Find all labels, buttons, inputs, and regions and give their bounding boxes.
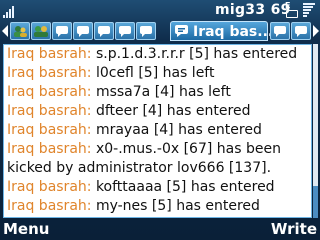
message-text: dfteer [4] has entered (91, 103, 251, 119)
tab-scroll-left-icon[interactable] (2, 25, 8, 37)
chat-bubble-icon (140, 26, 152, 37)
tab-chat-5[interactable] (136, 22, 156, 40)
tab-chat-6[interactable] (270, 22, 290, 40)
chat-message: Iraq basrah: my-nes [5] has entered (7, 197, 260, 216)
message-text: kicked by administrator lov666 [137]. (7, 160, 272, 176)
chat-bubble-icon (119, 26, 131, 37)
write-softkey[interactable]: Write (271, 219, 317, 239)
message-text: kofttaaaa [5] has entered (91, 179, 275, 195)
chatroom-icon (175, 25, 188, 37)
tab-scroll-right-icon[interactable] (313, 25, 319, 37)
chat-message: Iraq basrah: s.p.1.d.3.r.r.r [5] has ent… (7, 45, 297, 64)
tab-chat-7[interactable] (291, 22, 311, 40)
phone-screen: mig33 69 E Iraq bas... Iraq basrah: s.p.… (0, 0, 320, 240)
tab-bar: Iraq bas... (0, 20, 320, 42)
chat-bubble-icon (98, 26, 110, 37)
message-sender: Iraq basrah: (7, 179, 92, 195)
chat-message: Iraq basrah: kofttaaaa [5] has entered (7, 178, 275, 197)
chat-bubble-icon (274, 26, 286, 37)
message-text: s.p.1.d.3.r.r.r [5] has entered (91, 46, 298, 62)
tab-active-chatroom[interactable]: Iraq bas... (170, 21, 273, 41)
tab-chat-1[interactable] (52, 22, 72, 40)
contacts-icon (14, 26, 27, 37)
chat-scrollbar[interactable] (313, 44, 318, 218)
message-sender: Iraq basrah: (7, 65, 92, 81)
tab-chat-2[interactable] (73, 22, 93, 40)
tab-chat-4[interactable] (115, 22, 135, 40)
chat-message: Iraq basrah: dfteer [4] has entered (7, 102, 250, 121)
chat-message: Iraq basrah: l0cefl [5] has left (7, 64, 214, 83)
chat-message: Iraq basrah: mssa7a [4] has left (7, 83, 231, 102)
message-sender: Iraq basrah: (7, 141, 92, 157)
battery-label: E (285, 1, 291, 10)
message-sender: Iraq basrah: (7, 103, 92, 119)
message-text: l0cefl [5] has left (91, 65, 215, 81)
chat-message: Iraq basrah: x0-.mus.-0x [67] has been (7, 140, 281, 159)
tab-active-label: Iraq bas... (193, 24, 274, 40)
chat-message: Iraq basrah: mrayaa [4] has entered (7, 121, 262, 140)
message-sender: Iraq basrah: (7, 46, 92, 62)
chat-bubble-icon (56, 26, 68, 37)
chat-message-continuation: kicked by administrator lov666 [137]. (7, 159, 271, 178)
message-text: mssa7a [4] has left (91, 84, 231, 100)
status-bar: mig33 69 E (0, 0, 320, 20)
battery-level-icon (303, 3, 317, 18)
menu-softkey[interactable]: Menu (3, 219, 49, 239)
message-text: x0-.mus.-0x [67] has been (91, 141, 281, 157)
softkey-bar: Menu Write (0, 218, 320, 240)
app-title: mig33 69 (215, 2, 291, 18)
message-sender: Iraq basrah: (7, 122, 92, 138)
message-sender: Iraq basrah: (7, 84, 92, 100)
group-chat-icon (34, 26, 48, 37)
chat-log[interactable]: Iraq basrah: s.p.1.d.3.r.r.r [5] has ent… (3, 44, 312, 218)
message-text: mrayaa [4] has entered (91, 122, 262, 138)
chat-bubble-icon (295, 26, 307, 37)
scrollbar-thumb[interactable] (313, 186, 318, 218)
tab-groups[interactable] (31, 22, 51, 40)
chat-bubble-icon (77, 26, 89, 37)
battery-icon: E (285, 2, 299, 18)
message-sender: Iraq basrah: (7, 198, 92, 214)
signal-strength-icon (3, 3, 15, 18)
tab-contacts[interactable] (10, 22, 30, 40)
tab-chat-3[interactable] (94, 22, 114, 40)
message-text: my-nes [5] has entered (91, 198, 260, 214)
